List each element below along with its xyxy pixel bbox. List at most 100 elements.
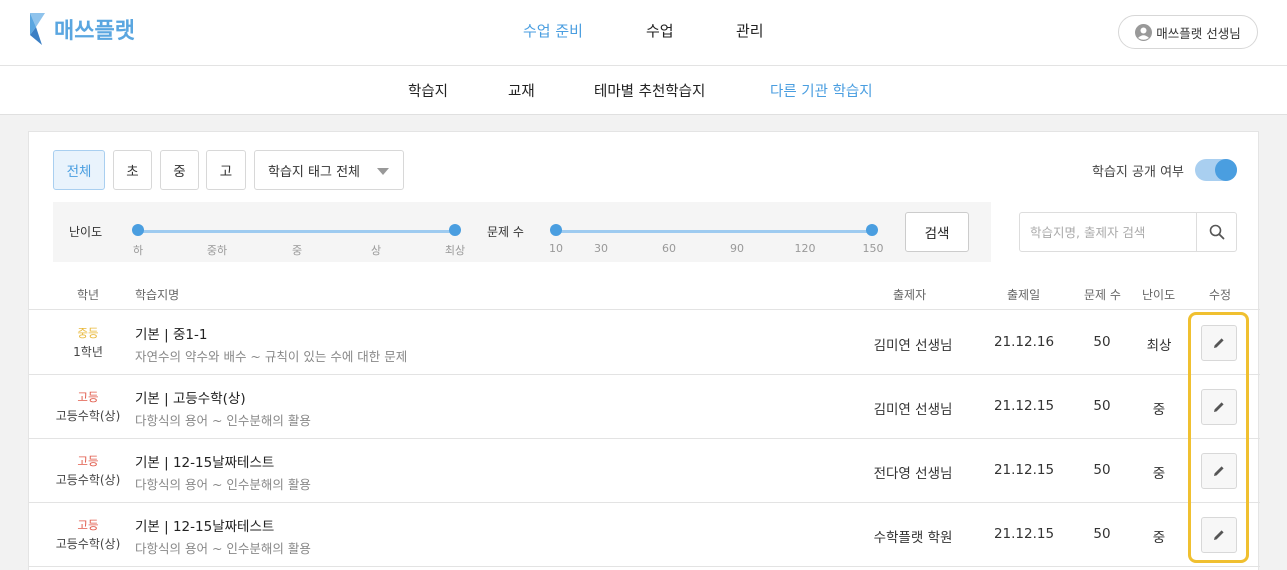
edit-button[interactable] [1201, 325, 1237, 361]
difficulty-tick: 최상 [444, 244, 466, 257]
difficulty: 중 [1152, 530, 1166, 546]
grade-level: 고등 [77, 390, 99, 404]
edit-button[interactable] [1201, 453, 1237, 489]
difficulty-tick: 중 [291, 244, 303, 257]
search-button[interactable]: 검색 [905, 212, 969, 252]
brand-logo-icon [30, 13, 45, 45]
public-toggle[interactable] [1195, 159, 1237, 181]
count-tick: 150 [862, 242, 884, 255]
worksheet-range: 다항식의 용어 ~ 인수분해의 활용 [135, 541, 311, 556]
date: 21.12.15 [993, 526, 1055, 542]
count-tick: 90 [730, 242, 744, 255]
search-icon[interactable] [1196, 213, 1236, 251]
difficulty: 중 [1152, 402, 1166, 418]
worksheet-list-card: 전체 초 중 고 학습지 태그 전체 학습지 공개 여부 난이도 하 중하 중 … [28, 131, 1260, 570]
level-filter-high[interactable]: 고 [206, 150, 246, 190]
brand-name: 매쓰플랫 [54, 19, 135, 44]
date: 21.12.16 [993, 334, 1055, 350]
worksheet-title: 기본 | 중1-1 [135, 327, 208, 343]
grade-course: 고등수학(상) [55, 537, 121, 551]
grade-course: 고등수학(상) [55, 409, 121, 423]
author: 수학플랫 학원 [873, 530, 953, 546]
nav-manage[interactable]: 관리 [736, 20, 764, 41]
worksheet-range: 자연수의 약수와 배수 ~ 규칙이 있는 수에 대한 문제 [135, 349, 408, 364]
nav-lesson-prep[interactable]: 수업 준비 [523, 20, 583, 41]
worksheet-range: 다항식의 용어 ~ 인수분해의 활용 [135, 477, 311, 492]
difficulty-tick: 하 [132, 244, 144, 257]
header-grade: 학년 [77, 288, 100, 302]
level-filter-all[interactable]: 전체 [53, 150, 105, 190]
header-count: 문제 수 [1084, 288, 1121, 302]
search-field [1019, 212, 1237, 252]
pencil-icon [1214, 402, 1224, 412]
count-slider-min-handle[interactable] [550, 224, 562, 236]
chevron-down-icon [377, 168, 389, 175]
tag-select-value: 학습지 태그 전체 [268, 164, 360, 180]
question-count: 50 [1093, 526, 1111, 542]
author: 김미연 선생님 [873, 402, 953, 418]
worksheet-range: 다항식의 용어 ~ 인수분해의 활용 [135, 413, 311, 428]
search-input[interactable] [1020, 213, 1196, 251]
difficulty-label: 난이도 [69, 225, 103, 239]
edit-button[interactable] [1201, 517, 1237, 553]
pencil-icon [1214, 466, 1224, 476]
level-filter-elementary[interactable]: 초 [113, 150, 152, 190]
user-name: 매쓰플랫 선생님 [1156, 25, 1241, 41]
author: 김미연 선생님 [873, 338, 953, 354]
difficulty: 최상 [1146, 338, 1172, 354]
level-filter-middle[interactable]: 중 [160, 150, 199, 190]
header-difficulty: 난이도 [1142, 288, 1176, 302]
question-count: 50 [1093, 462, 1111, 478]
question-count-label: 문제 수 [487, 225, 524, 239]
tab-other-institutions[interactable]: 다른 기관 학습지 [770, 80, 873, 101]
user-menu-button[interactable]: 매쓰플랫 선생님 [1118, 15, 1258, 49]
edit-button[interactable] [1201, 389, 1237, 425]
difficulty: 중 [1152, 466, 1166, 482]
question-count: 50 [1093, 398, 1111, 414]
sub-navigation: 학습지 교재 테마별 추천학습지 다른 기관 학습지 [0, 66, 1287, 115]
count-tick: 60 [662, 242, 676, 255]
table-header: 학년 학습지명 출제자 출제일 문제 수 난이도 수정 [29, 280, 1260, 310]
date: 21.12.15 [993, 462, 1055, 478]
grade-course: 고등수학(상) [55, 473, 121, 487]
count-slider-track[interactable] [556, 230, 872, 233]
header-author: 출제자 [893, 288, 927, 302]
table-row[interactable]: 고등 고등수학(상) 기본 | 고등수학(상) 다항식의 용어 ~ 인수분해의 … [29, 375, 1260, 439]
table-row[interactable]: 중등 1학년 기본 | 중1-1 자연수의 약수와 배수 ~ 규칙이 있는 수에… [29, 311, 1260, 375]
worksheet-title: 기본 | 고등수학(상) [135, 391, 246, 407]
toggle-knob [1215, 159, 1237, 181]
author: 전다영 선생님 [873, 466, 953, 482]
range-filter-panel: 난이도 하 중하 중 상 최상 문제 수 10 30 60 90 120 150 [53, 202, 991, 262]
difficulty-slider-max-handle[interactable] [449, 224, 461, 236]
date: 21.12.15 [993, 398, 1055, 414]
count-slider-max-handle[interactable] [866, 224, 878, 236]
nav-lesson[interactable]: 수업 [646, 20, 674, 41]
header-edit: 수정 [1209, 288, 1232, 302]
question-count: 50 [1093, 334, 1111, 350]
tab-theme-recommended[interactable]: 테마별 추천학습지 [594, 80, 705, 101]
tab-worksheets[interactable]: 학습지 [408, 80, 448, 101]
brand-logo[interactable]: 매쓰플랫 [28, 13, 135, 45]
grade-level: 고등 [77, 454, 99, 468]
difficulty-slider-track[interactable] [138, 230, 456, 233]
user-avatar-icon [1135, 23, 1153, 41]
count-tick: 10 [549, 242, 563, 255]
worksheet-title: 기본 | 12-15날짜테스트 [135, 455, 275, 471]
difficulty-tick: 상 [370, 244, 382, 257]
count-tick: 120 [794, 242, 816, 255]
table-row[interactable]: 고등 고등수학(상) 기본 | 12-15날짜테스트 다항식의 용어 ~ 인수분… [29, 503, 1260, 567]
header-date: 출제일 [1007, 288, 1041, 302]
pencil-icon [1214, 338, 1224, 348]
count-tick: 30 [594, 242, 608, 255]
header-title: 학습지명 [135, 288, 180, 302]
difficulty-slider-min-handle[interactable] [132, 224, 144, 236]
top-navigation-bar: 매쓰플랫 수업 준비 수업 관리 매쓰플랫 선생님 [0, 0, 1287, 66]
grade-level: 중등 [77, 326, 99, 340]
tab-textbooks[interactable]: 교재 [508, 80, 535, 101]
table-row[interactable]: 고등 고등수학(상) 기본 | 12-15날짜테스트 다항식의 용어 ~ 인수분… [29, 439, 1260, 503]
pencil-icon [1214, 530, 1224, 540]
public-toggle-label: 학습지 공개 여부 [1092, 165, 1184, 180]
grade-course: 1학년 [73, 345, 103, 359]
grade-level: 고등 [77, 518, 99, 532]
tag-select[interactable]: 학습지 태그 전체 [254, 150, 404, 190]
